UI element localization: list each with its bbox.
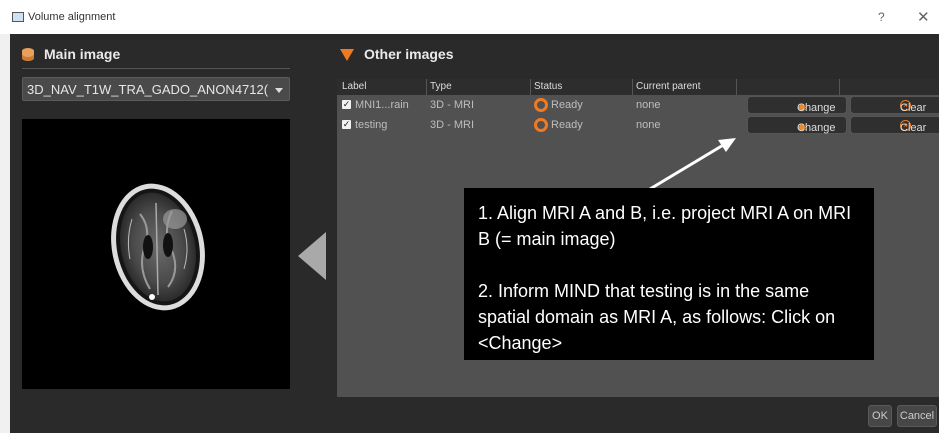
ok-button[interactable]: OK	[868, 405, 892, 427]
help-button[interactable]: ?	[878, 10, 885, 24]
window-title: Volume alignment	[28, 11, 116, 23]
instruction-callout: 1. Align MRI A and B, i.e. project MRI A…	[464, 188, 874, 360]
instruction-step-2: 2. Inform MIND that testing is in the sa…	[478, 281, 836, 353]
dialog-body: Main image 3D_NAV_T1W_TRA_GADO_ANON4712(	[10, 34, 939, 433]
close-button[interactable]: ✕	[917, 8, 930, 26]
cancel-button[interactable]: Cancel	[897, 405, 937, 427]
title-bar: Volume alignment ? ✕	[0, 0, 939, 34]
window-icon	[12, 12, 24, 22]
instruction-step-1: 1. Align MRI A and B, i.e. project MRI A…	[478, 203, 852, 249]
left-edge	[0, 34, 10, 433]
